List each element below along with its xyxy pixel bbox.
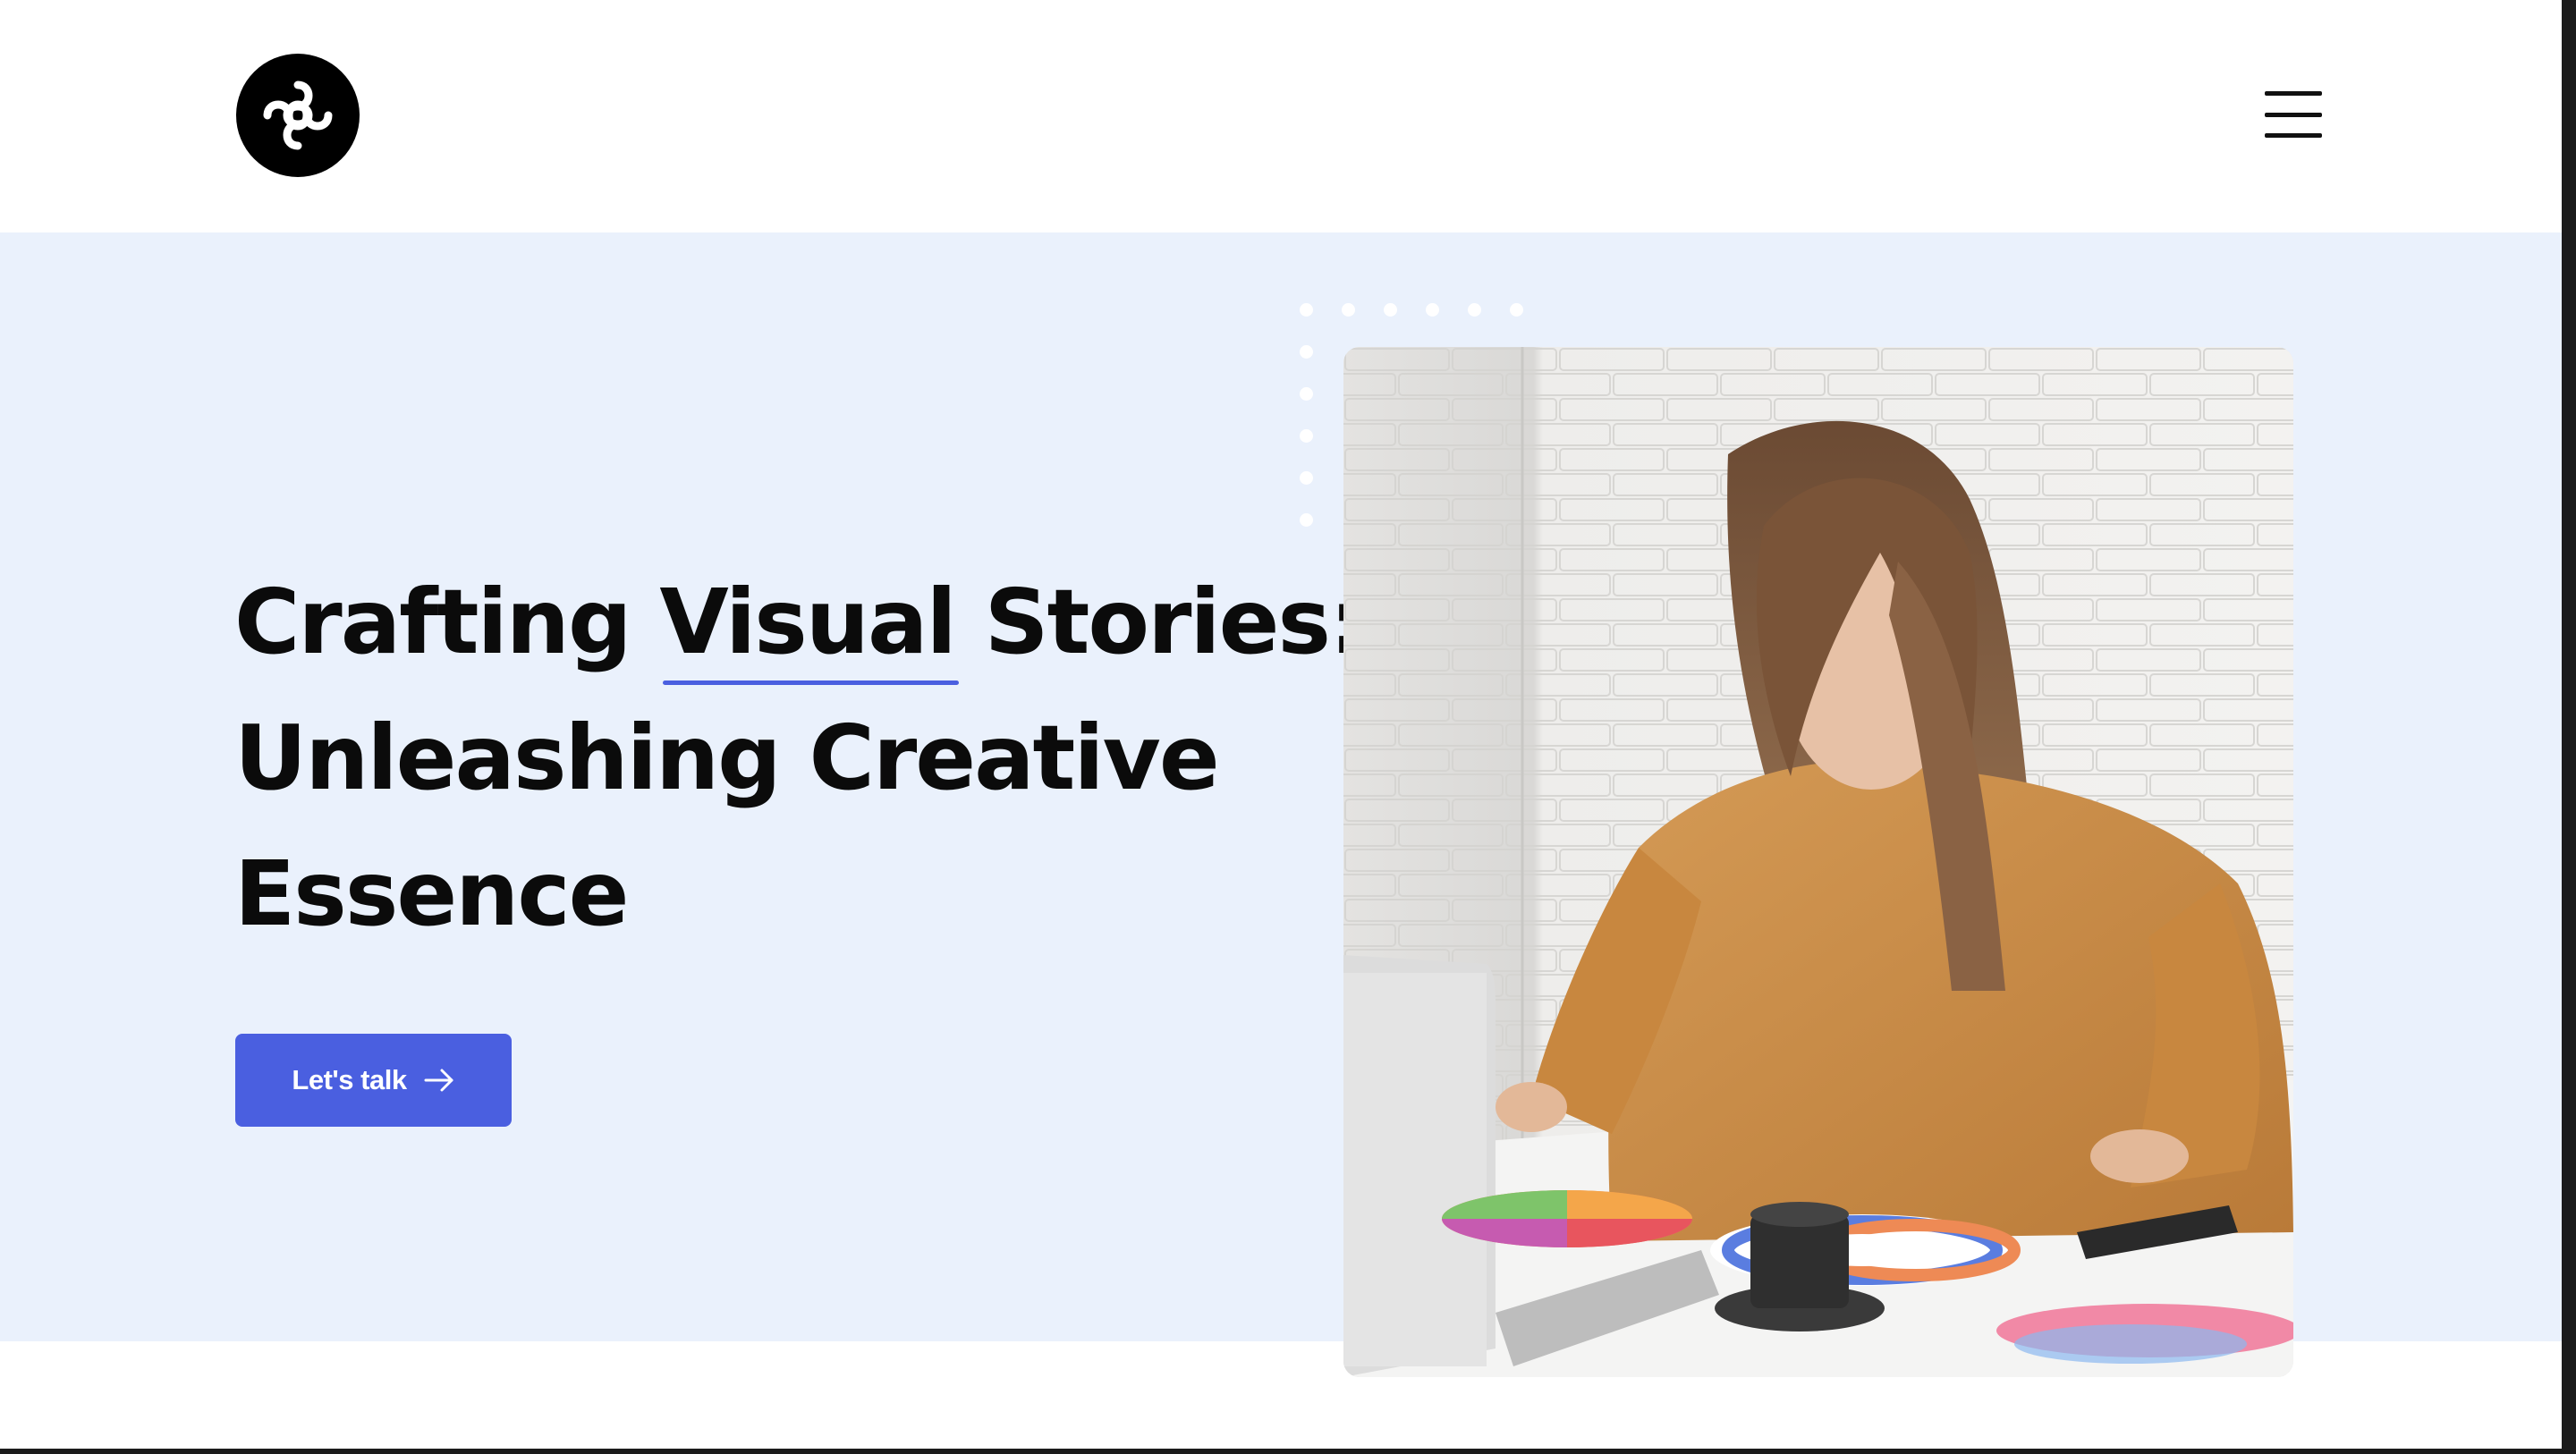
decor-dot [1426, 303, 1439, 317]
decor-dot [1510, 303, 1523, 317]
lets-talk-button[interactable]: Let's talk [235, 1034, 512, 1127]
decor-dot [1300, 513, 1313, 527]
site-header [0, 0, 2562, 232]
menu-line [2265, 91, 2322, 96]
hamburger-menu-icon[interactable] [2263, 88, 2324, 141]
logo-icon[interactable] [236, 54, 360, 177]
decor-dot [1384, 303, 1397, 317]
lets-talk-label: Let's talk [292, 1064, 407, 1095]
arrow-right-icon [423, 1067, 455, 1094]
hero-title-line-3: Essence [234, 841, 629, 946]
decor-dot [1342, 303, 1355, 317]
decor-dot [1300, 345, 1313, 359]
decor-dot [1300, 429, 1313, 443]
decor-dot [1300, 303, 1313, 317]
decor-dot [1300, 387, 1313, 401]
decor-dot [1468, 303, 1481, 317]
landing-page: Crafting Visual Stories: Unleashing Crea… [0, 0, 2576, 1454]
hero-title: Crafting Visual Stories: Unleashing Crea… [234, 554, 1365, 962]
window-frame-bottom [0, 1449, 2576, 1454]
woman-working-with-color-wheels-photo [1343, 347, 2293, 1377]
window-frame-edge [2562, 0, 2576, 1454]
menu-line [2265, 133, 2322, 138]
hero-title-line-2: Unleashing Creative [234, 706, 1220, 810]
decor-dot [1300, 471, 1313, 485]
hero-photo [1343, 347, 2293, 1377]
hero-title-line-1: Crafting Visual Stories: [234, 554, 1365, 690]
highlighted-word: Visual [659, 554, 960, 690]
menu-line [2265, 112, 2322, 117]
